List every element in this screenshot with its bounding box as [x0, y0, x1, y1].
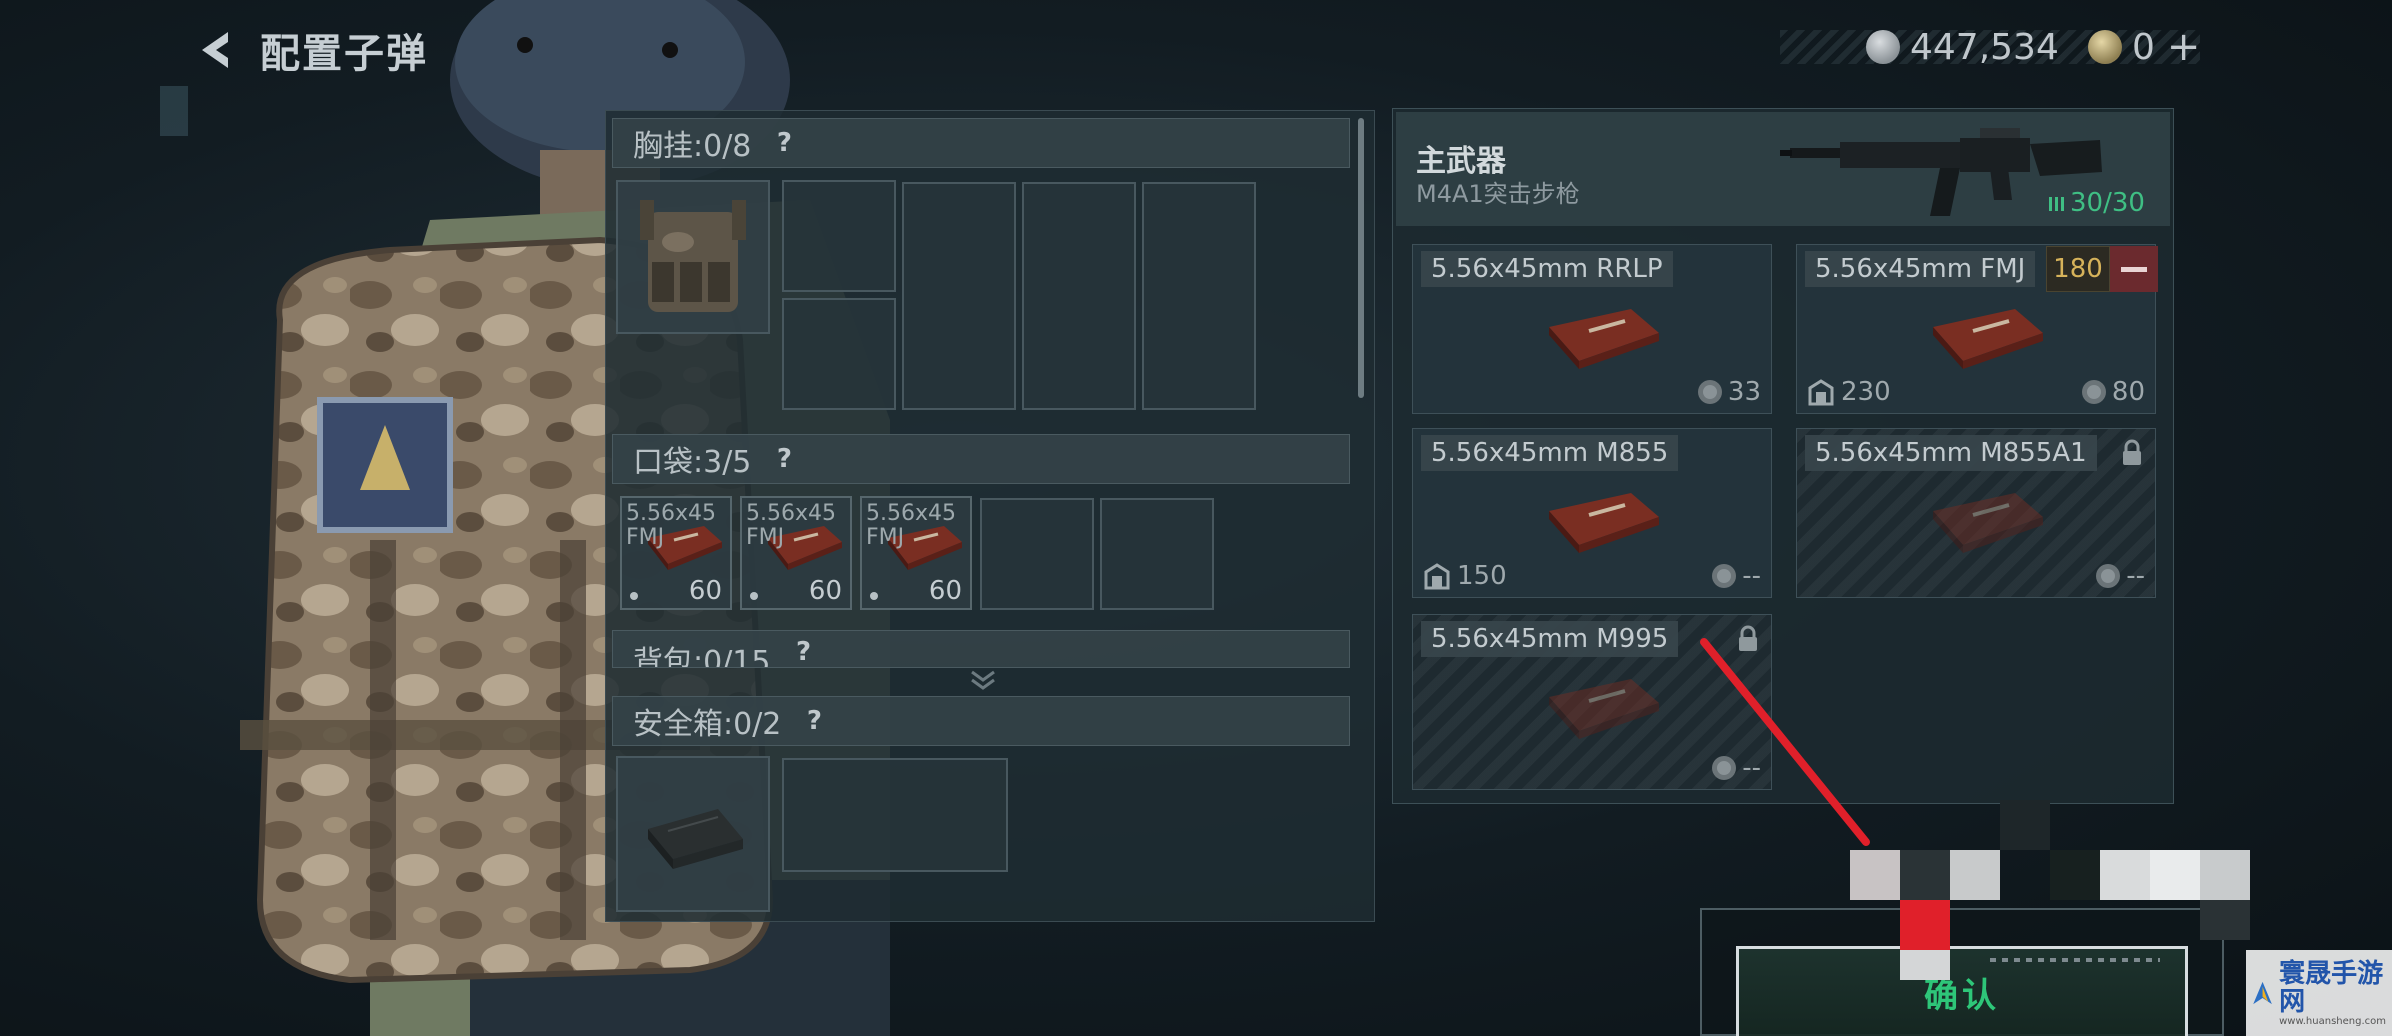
ammo-box-icon	[1549, 309, 1659, 369]
ammo-item-qty: 60	[928, 576, 962, 606]
equipped-quantity: 180	[2046, 246, 2110, 292]
backpack-label: 背包:	[633, 645, 704, 668]
back-button[interactable]: 配置子弹	[196, 20, 428, 80]
pockets-count: 3/5	[703, 445, 752, 480]
confirm-decor	[1990, 958, 2160, 962]
gold-amount: 0	[2132, 26, 2155, 68]
inventory-scrollbar[interactable]	[1358, 118, 1364, 398]
pockets-header: 口袋:3/5 ?	[612, 434, 1350, 484]
ammo-item-name: 5.56x45 FMJ	[866, 501, 956, 550]
ammo-item-qty: 60	[808, 576, 842, 606]
chest-rig-slot[interactable]	[782, 298, 896, 410]
ammo-option-card-locked[interactable]: 5.56x45mm M855A1 --	[1796, 428, 2156, 598]
chest-rig-label: 胸挂:	[633, 129, 704, 164]
chest-rig-slot[interactable]	[902, 182, 1016, 410]
chest-rig-slot[interactable]	[1142, 182, 1256, 410]
ammo-owned-value: 150	[1457, 561, 1507, 591]
pocket-slot[interactable]	[980, 498, 1094, 610]
ammo-option-name: 5.56x45mm M855A1	[1805, 435, 2097, 471]
background-decor	[160, 86, 188, 136]
ammo-item-name: 5.56x45 FMJ	[626, 501, 716, 550]
pocket-ammo-item[interactable]: 5.56x45 FMJ 60	[620, 496, 732, 610]
silver-coin-icon	[2081, 380, 2106, 404]
watermark-text: 寰晟手游网	[2279, 958, 2384, 1017]
gold-currency[interactable]: 0 +	[2088, 24, 2200, 70]
ammo-price-value: 33	[1727, 377, 1761, 407]
annotation-arrow	[1700, 638, 1870, 846]
chest-rig-equipment-slot[interactable]	[616, 180, 770, 334]
ammo-box-icon	[1933, 309, 2043, 369]
chest-rig-slot[interactable]	[782, 180, 896, 292]
silver-coin-icon	[1712, 564, 1737, 588]
magazine-count: 30/30	[2070, 188, 2145, 218]
ammo-box-icon	[1933, 493, 2043, 553]
backpack-header: 背包:0/15 ?	[612, 630, 1350, 668]
page-title: 配置子弹	[260, 31, 428, 77]
help-icon[interactable]: ?	[788, 637, 818, 667]
pocket-slot[interactable]	[1100, 498, 1214, 610]
ammo-bars-icon	[2049, 197, 2064, 211]
ammo-price-value: 80	[2111, 377, 2145, 407]
ammo-owned: 150	[1423, 561, 1507, 591]
ammo-price-value: --	[2126, 561, 2145, 591]
minus-icon	[2121, 266, 2147, 272]
ammo-price: 33	[1696, 377, 1761, 407]
ammo-dot-icon	[750, 592, 758, 600]
ammo-option-name: 5.56x45mm M855	[1421, 435, 1679, 471]
ammo-box-icon	[1549, 679, 1659, 739]
help-icon[interactable]: ?	[769, 444, 799, 474]
ammo-option-name: 5.56x45mm RRLP	[1421, 251, 1673, 287]
watermark-url: www.huansheng.com	[2279, 1015, 2386, 1027]
watermark-logo-icon	[2253, 981, 2272, 1005]
ammo-price: --	[2094, 561, 2145, 591]
pocket-ammo-item[interactable]: 5.56x45 FMJ 60	[860, 496, 972, 610]
silver-coin-icon	[2096, 564, 2121, 588]
chest-rig-count: 0/8	[703, 129, 752, 164]
secure-case-count: 0/2	[733, 707, 782, 742]
ammo-owned-value: 230	[1841, 377, 1891, 407]
remove-ammo-button[interactable]	[2110, 246, 2158, 292]
ammo-owned: 230	[1807, 377, 1891, 407]
silver-amount: 447,534	[1910, 26, 2059, 68]
ammo-option-name: 5.56x45mm M995	[1421, 621, 1679, 657]
ammo-option-card[interactable]: 5.56x45mm M855 150 --	[1412, 428, 1772, 598]
pockets-label: 口袋:	[633, 445, 704, 480]
backpack-count: 0/15	[703, 645, 771, 668]
ammo-option-card[interactable]: 5.56x45mm RRLP 33	[1412, 244, 1772, 414]
ammo-dot-icon	[630, 592, 638, 600]
ammo-item-qty: 60	[688, 576, 722, 606]
ammo-price-value: --	[1742, 561, 1761, 591]
chest-rig-header: 胸挂:0/8 ?	[612, 118, 1350, 168]
silver-currency: 447,534	[1866, 24, 2059, 70]
secure-case-header: 安全箱:0/2 ?	[612, 696, 1350, 746]
gold-coin-icon	[2088, 30, 2122, 64]
weapon-magazine: 30/30	[2048, 188, 2145, 218]
ammo-dot-icon	[870, 592, 878, 600]
storage-icon	[1808, 379, 1834, 406]
chest-rig-icon	[640, 200, 746, 312]
ammo-item-name: 5.56x45 FMJ	[746, 501, 836, 550]
secure-case-equipment-slot[interactable]	[616, 756, 770, 912]
ammo-option-name: 5.56x45mm FMJ	[1805, 251, 2036, 287]
chest-rig-slot[interactable]	[1022, 182, 1136, 410]
ammo-box-icon	[1549, 493, 1659, 553]
help-icon[interactable]: ?	[769, 128, 799, 158]
add-currency-button[interactable]: +	[2167, 24, 2201, 70]
silver-coin-icon	[1866, 30, 1900, 64]
watermark: 寰晟手游网 www.huansheng.com	[2246, 950, 2392, 1036]
pocket-ammo-item[interactable]: 5.56x45 FMJ 60	[740, 496, 852, 610]
secure-case-slot[interactable]	[782, 758, 1008, 872]
storage-icon	[1424, 563, 1450, 590]
ammo-price: --	[1710, 561, 1761, 591]
help-icon[interactable]: ?	[799, 706, 829, 736]
weapon-name: M4A1突击步枪	[1416, 180, 1580, 208]
equipped-quantity-control: 180	[2046, 246, 2158, 292]
secure-case-label: 安全箱:	[633, 707, 734, 742]
chevron-left-icon	[202, 32, 228, 68]
silver-coin-icon	[1697, 380, 1722, 404]
ammo-price: 80	[2080, 377, 2145, 407]
lock-icon	[2123, 439, 2141, 465]
secure-case-icon	[648, 809, 743, 869]
chevron-double-down-icon[interactable]	[968, 668, 998, 692]
